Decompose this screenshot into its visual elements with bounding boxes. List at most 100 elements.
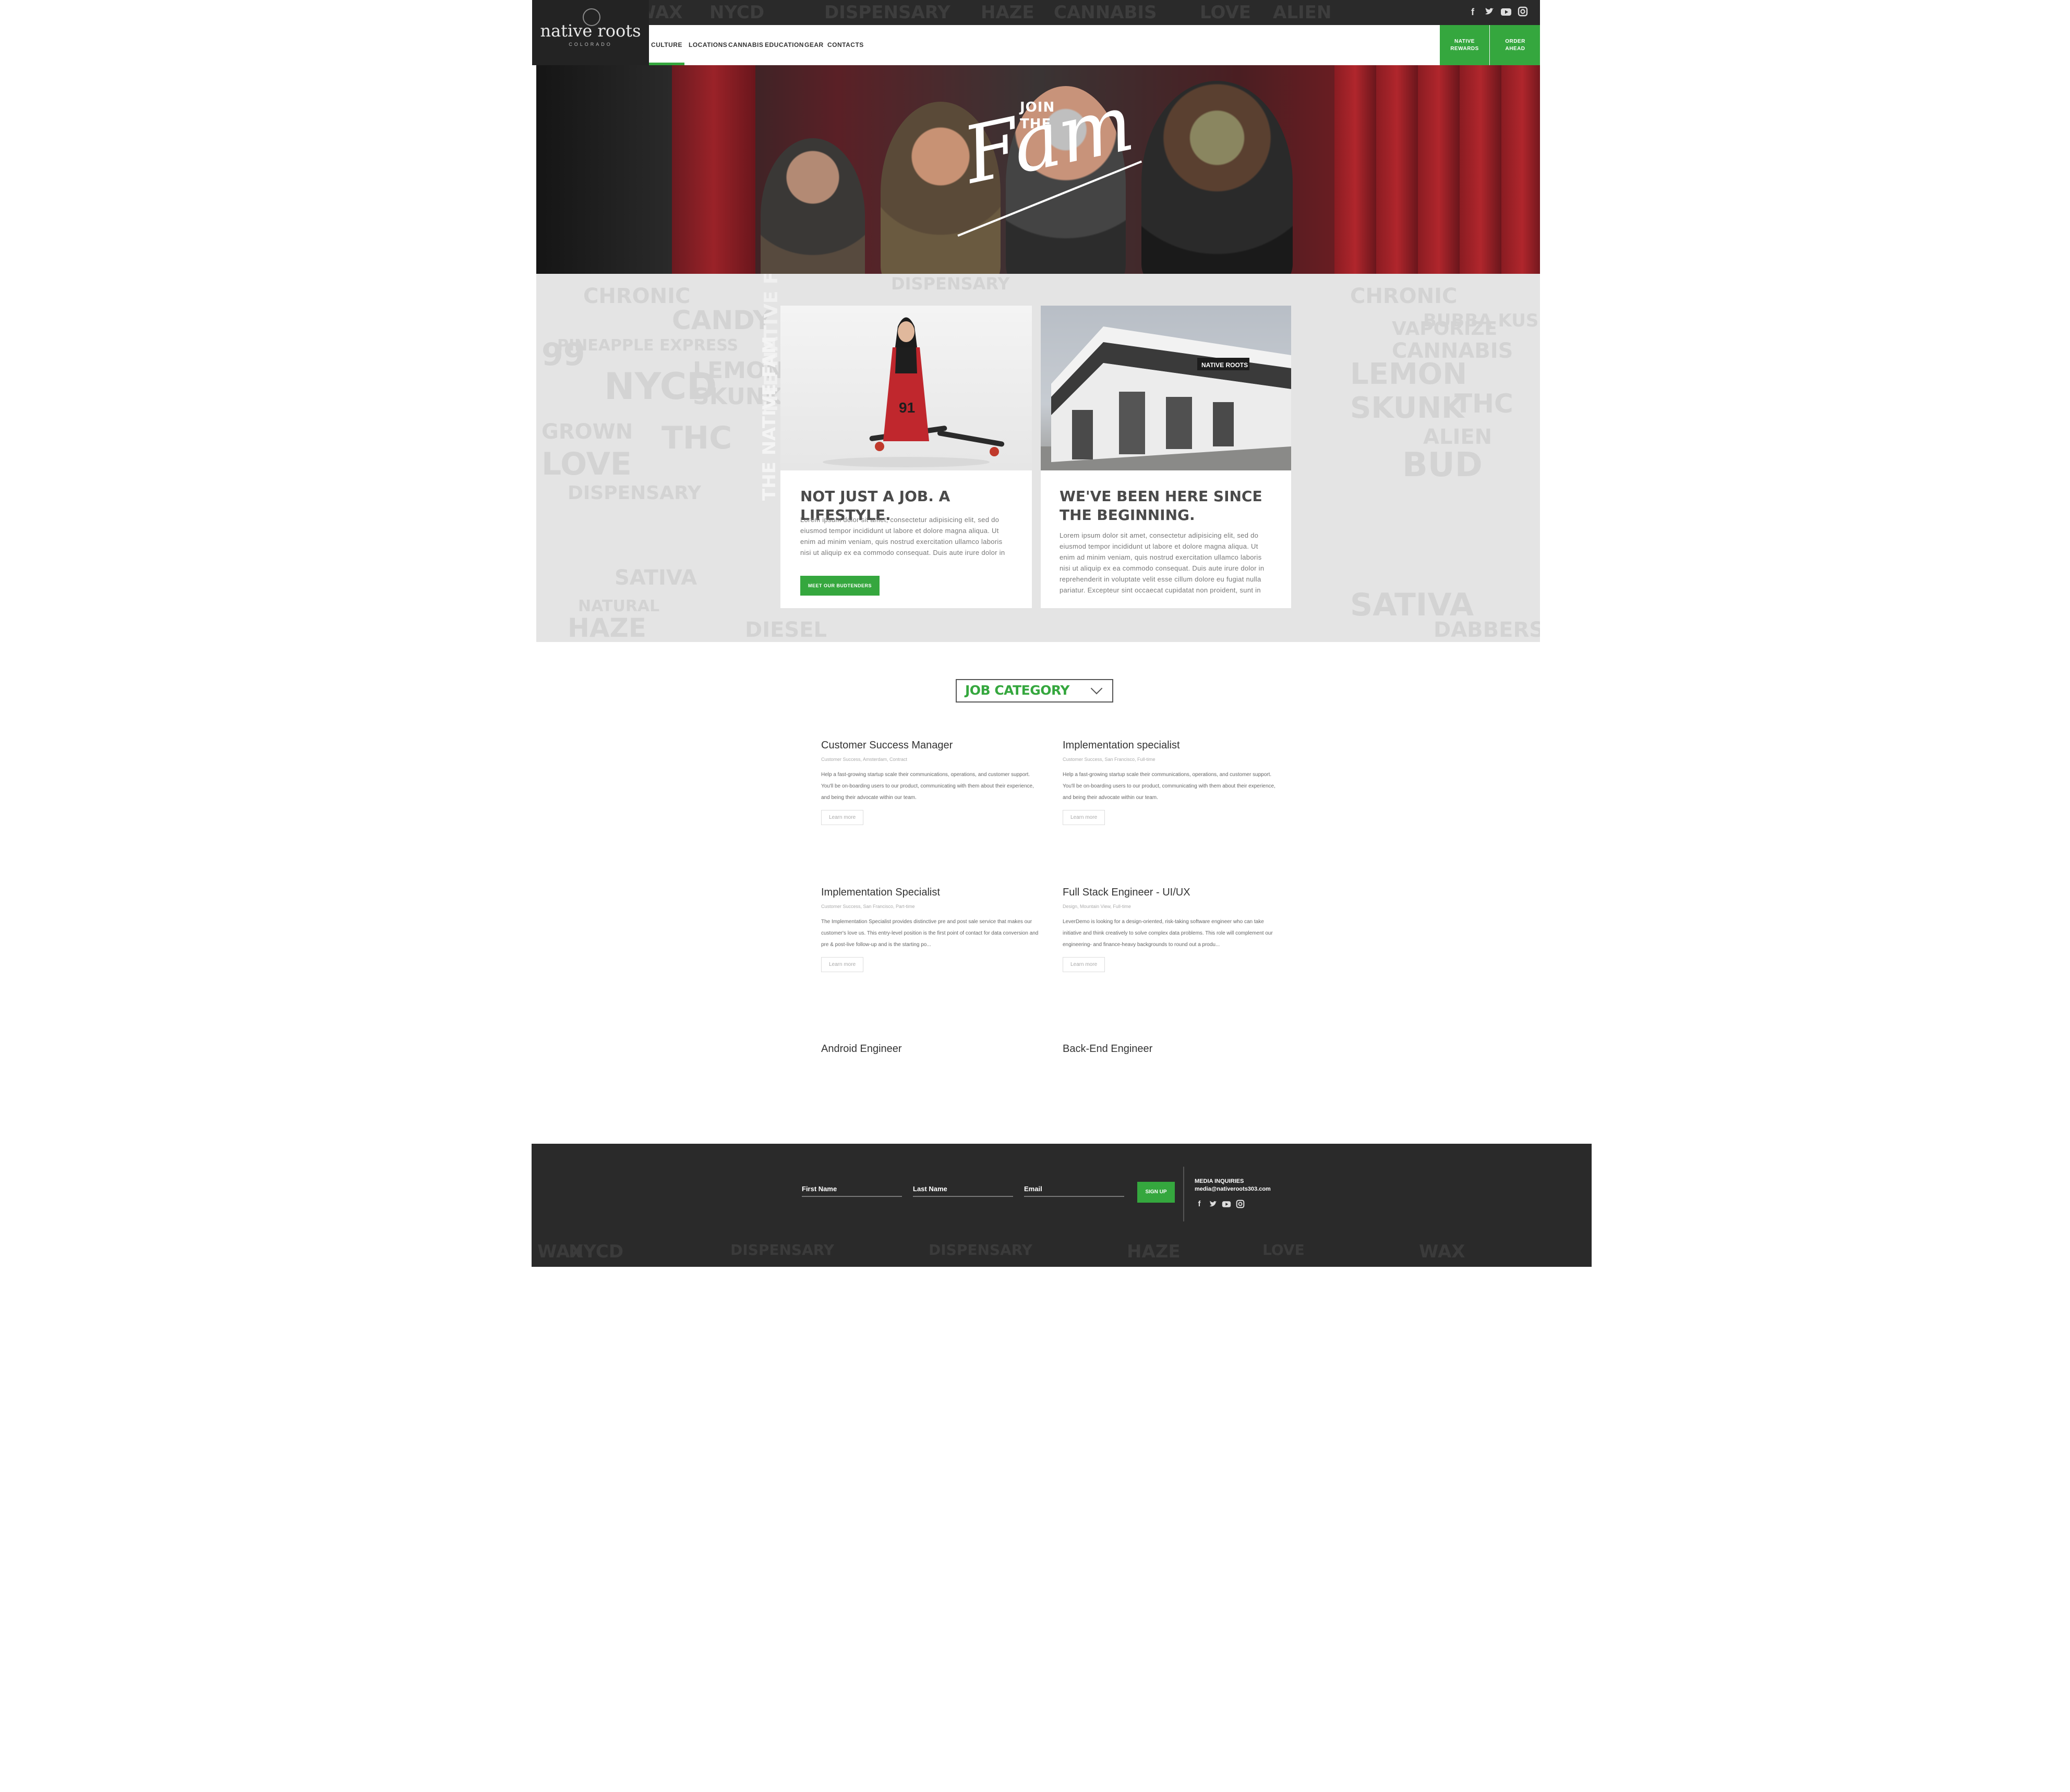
job-title[interactable]: Full Stack Engineer - UI/UX — [1063, 887, 1282, 899]
job-category-label: JOB CATEGORY — [965, 683, 1069, 698]
instagram-icon[interactable] — [1235, 1200, 1245, 1209]
pattern-word: SATIVA — [615, 566, 697, 590]
job-description: Help a fast-growing startup scale their … — [821, 772, 1034, 801]
pattern-word: NYCD — [709, 2, 765, 23]
learn-more-button[interactable]: Learn more — [1063, 810, 1105, 825]
first-name-field[interactable]: First Name — [802, 1185, 902, 1197]
nav-culture[interactable]: CULTURE — [649, 25, 684, 65]
pattern-word: SATIVA — [1350, 587, 1474, 623]
history-card: NATIVE ROOTS WE'VE BEEN HERE SINCE THE B… — [1041, 306, 1291, 608]
native-rewards-label: NATIVE REWARDS — [1450, 38, 1479, 52]
job-listing: Implementation Specialist Customer Succe… — [821, 887, 1040, 972]
pattern-word: LOVE — [1262, 1241, 1305, 1258]
job-meta: Customer Success, San Francisco, Full-ti… — [1063, 757, 1156, 762]
top-bar: WAX NYCD DISPENSARY HAZE CANNABIS LOVE A… — [532, 0, 1540, 25]
native-fam-vertical-text: THE NATIVE FAM — [759, 336, 780, 501]
pattern-word: HAZE — [568, 613, 646, 642]
logo-text: native roots — [540, 21, 641, 41]
pattern-word: LOVE — [541, 446, 632, 482]
lifestyle-card: 91 NOT JUST A JOB. A LIFESTYLE. Lorem ip… — [780, 306, 1032, 608]
svg-text:91: 91 — [899, 399, 915, 416]
media-inquiries: MEDIA INQUIRIES media@nativeroots303.com — [1195, 1178, 1271, 1193]
lifestyle-body: Lorem ipsum dolor sit amet, consectetur … — [800, 516, 1005, 556]
nav-contacts[interactable]: CONTACTS — [827, 25, 863, 65]
youtube-icon[interactable] — [1222, 1200, 1231, 1209]
hero-curtain-right — [1334, 65, 1540, 274]
pattern-word: CANDY — [672, 305, 772, 335]
job-listing: Android Engineer — [821, 1043, 1040, 1055]
hero-dark-wall — [536, 65, 672, 274]
job-category-dropdown[interactable]: JOB CATEGORY — [956, 679, 1113, 703]
pattern-word: DISPENSARY — [568, 482, 701, 504]
media-label: MEDIA INQUIRIES — [1195, 1178, 1244, 1184]
twitter-icon[interactable] — [1484, 6, 1495, 18]
pattern-word: DISPENSARY — [929, 1241, 1033, 1258]
facebook-icon[interactable]: f — [1195, 1200, 1204, 1209]
svg-text:NATIVE ROOTS: NATIVE ROOTS — [1201, 361, 1248, 369]
learn-more-button[interactable]: Learn more — [1063, 957, 1105, 972]
store-photo: NATIVE ROOTS — [1041, 306, 1291, 470]
store-illustration: NATIVE ROOTS — [1041, 326, 1291, 470]
pattern-word: CANNABIS — [1054, 2, 1157, 23]
pattern-word: SKUNK — [1350, 391, 1464, 425]
logo[interactable]: native roots COLORADO — [532, 0, 649, 65]
budtender-photo: 91 — [780, 306, 1032, 470]
pattern-word: HAZE — [1127, 1241, 1181, 1262]
facebook-icon[interactable]: f — [1467, 6, 1478, 18]
pattern-word: ALIEN — [1273, 2, 1332, 23]
job-description: Help a fast-growing startup scale their … — [1063, 772, 1275, 801]
pattern-word: BUD — [1402, 446, 1483, 485]
order-ahead-button[interactable]: ORDER AHEAD — [1490, 25, 1540, 65]
nav-cannabis[interactable]: CANNABIS — [728, 25, 763, 65]
hero-curtain-left — [672, 65, 755, 274]
job-listing: Customer Success Manager Customer Succes… — [821, 740, 1040, 825]
job-title[interactable]: Implementation specialist — [1063, 740, 1282, 752]
pattern-word: LOVE — [1200, 2, 1251, 23]
chevron-down-icon — [1090, 682, 1103, 695]
order-ahead-label: ORDER AHEAD — [1505, 38, 1525, 52]
native-rewards-button[interactable]: NATIVE REWARDS — [1440, 25, 1489, 65]
media-email[interactable]: media@nativeroots303.com — [1195, 1185, 1271, 1193]
job-listing: Implementation specialist Customer Succe… — [1063, 740, 1282, 825]
pattern-word: DISPENSARY — [824, 2, 950, 23]
pattern-word: WAX — [1419, 1241, 1465, 1262]
learn-more-button[interactable]: Learn more — [821, 957, 864, 972]
nav-gear[interactable]: GEAR — [804, 25, 823, 65]
pattern-word: DISPENSARY — [891, 274, 1010, 294]
footer-divider — [1183, 1167, 1184, 1221]
job-listing: Back-End Engineer — [1063, 1043, 1282, 1055]
history-body: Lorem ipsum dolor sit amet, consectetur … — [1060, 531, 1265, 594]
job-title[interactable]: Customer Success Manager — [821, 740, 1040, 752]
sign-up-button[interactable]: SIGN UP — [1137, 1182, 1175, 1203]
twitter-icon[interactable] — [1208, 1200, 1218, 1209]
job-meta: Customer Success, San Francisco, Part-ti… — [821, 904, 915, 909]
last-name-field[interactable]: Last Name — [913, 1185, 1013, 1197]
pattern-word: GROWN — [541, 420, 633, 444]
job-title[interactable]: Back-End Engineer — [1063, 1043, 1282, 1055]
job-title[interactable]: Android Engineer — [821, 1043, 1040, 1055]
pattern-word: VAPORIZE — [1392, 318, 1498, 340]
pattern-word: HAZE — [981, 2, 1034, 23]
email-field[interactable]: Email — [1024, 1185, 1124, 1197]
job-meta: Customer Success, Amsterdam, Contract — [821, 757, 908, 762]
job-title[interactable]: Implementation Specialist — [821, 887, 1040, 899]
pattern-word: PINEAPPLE EXPRESS — [557, 336, 739, 355]
instagram-icon[interactable] — [1517, 6, 1529, 18]
meet-budtenders-button[interactable]: MEET OUR BUDTENDERS — [800, 576, 880, 596]
job-listing: Full Stack Engineer - UI/UX Design, Moun… — [1063, 887, 1282, 972]
learn-more-button[interactable]: Learn more — [821, 810, 864, 825]
hero-person-4 — [1141, 81, 1293, 274]
nav-education[interactable]: EDUCATION — [765, 25, 803, 65]
history-heading: WE'VE BEEN HERE SINCE THE BEGINNING. — [1060, 488, 1262, 524]
pattern-word: DIESEL — [745, 618, 827, 642]
pattern-word: LEMON — [1350, 357, 1467, 391]
hero-person-1 — [761, 138, 865, 274]
pattern-word: THC — [1454, 389, 1513, 419]
pattern-section: CHRONIC CANDY 99 PINEAPPLE EXPRESS NYCD … — [536, 274, 1540, 642]
pattern-word: NYCD — [569, 1241, 624, 1262]
youtube-icon[interactable] — [1500, 6, 1512, 18]
pattern-word: CHRONIC — [1350, 284, 1458, 308]
nav-locations[interactable]: LOCATIONS — [689, 25, 727, 65]
job-meta: Design, Mountain View, Full-time — [1063, 904, 1131, 909]
job-description: The Implementation Specialist provides d… — [821, 919, 1039, 948]
